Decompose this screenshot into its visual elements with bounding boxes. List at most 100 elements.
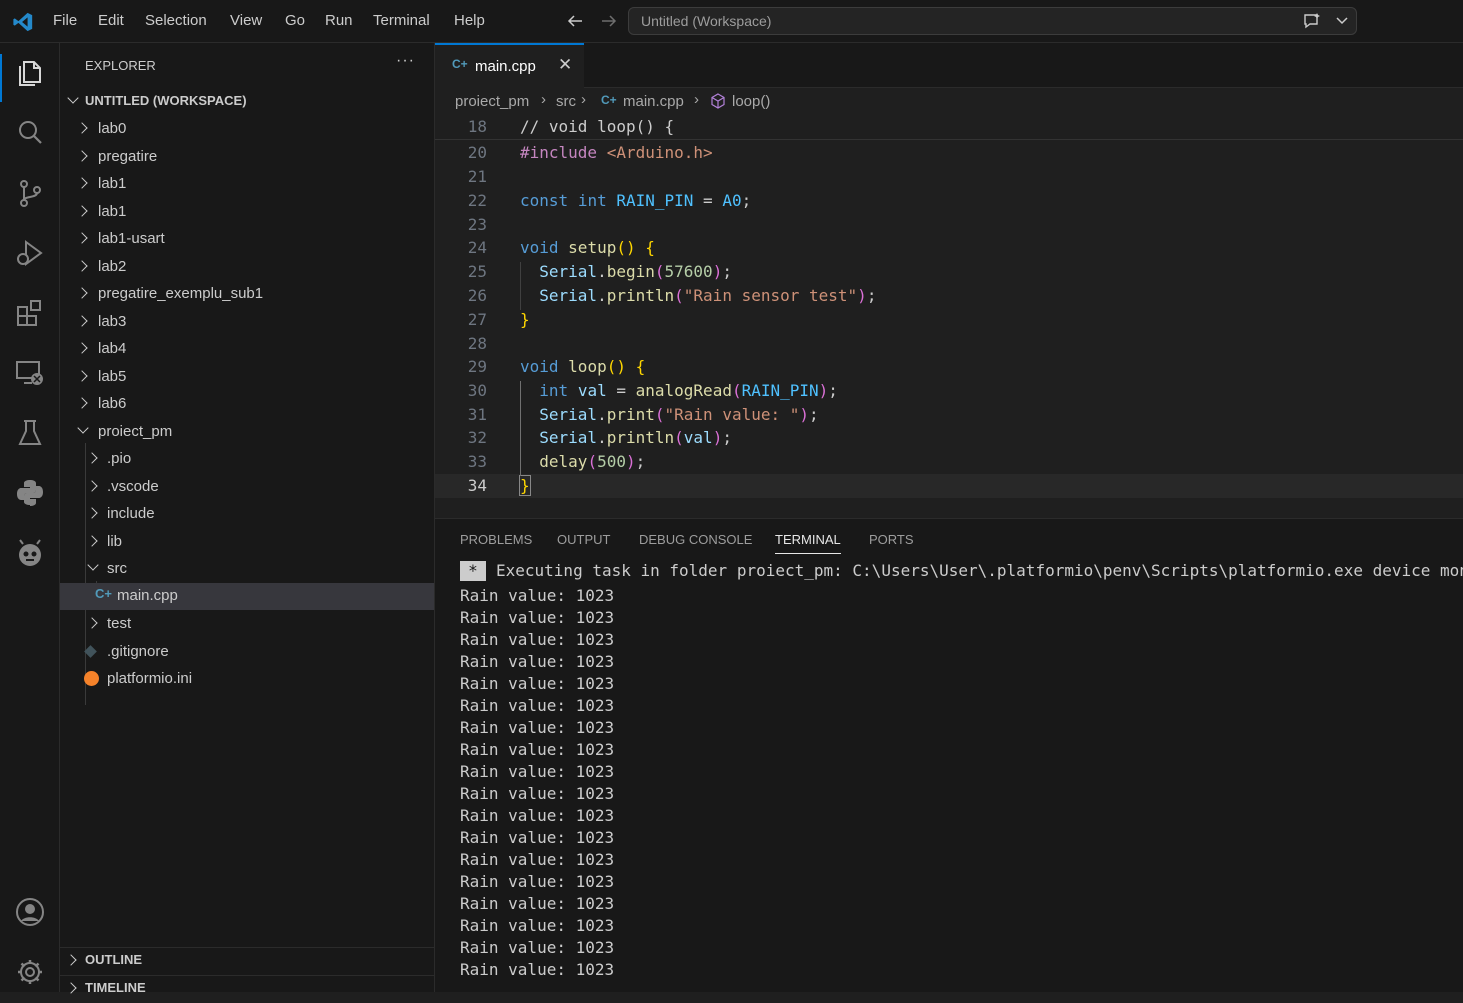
terminal-line: Rain value: 1023 bbox=[460, 806, 615, 825]
terminal-line: Rain value: 1023 bbox=[460, 740, 615, 759]
tree-item-include[interactable]: include bbox=[60, 501, 434, 528]
terminal-line: Rain value: 1023 bbox=[460, 894, 615, 913]
menu-file[interactable]: File bbox=[53, 12, 77, 29]
timeline-section[interactable]: TIMELINE bbox=[60, 976, 434, 1003]
tree-item-lab5[interactable]: lab5 bbox=[60, 364, 434, 391]
search-icon[interactable] bbox=[14, 117, 46, 149]
tree-item-pio[interactable]: .pio bbox=[60, 446, 434, 473]
tab-terminal[interactable]: TERMINAL bbox=[775, 532, 841, 547]
terminal-line: Rain value: 1023 bbox=[460, 784, 615, 803]
tab-main-cpp[interactable]: C+ main.cpp ✕ bbox=[435, 43, 584, 88]
testing-icon[interactable] bbox=[14, 417, 46, 449]
terminal-line: Rain value: 1023 bbox=[460, 872, 615, 891]
tree-item-src[interactable]: src bbox=[60, 556, 434, 583]
tree-item-lab1[interactable]: lab1 bbox=[60, 199, 434, 226]
code-line: const int RAIN_PIN = A0; bbox=[520, 191, 752, 210]
terminal-line: Rain value: 1023 bbox=[460, 916, 615, 935]
code-line: void setup() { bbox=[520, 238, 655, 257]
vscode-logo-icon bbox=[13, 12, 33, 32]
cpp-file-icon: C+ bbox=[452, 57, 468, 71]
active-tab-underline bbox=[775, 553, 841, 554]
bottom-panel: PROBLEMS OUTPUT DEBUG CONSOLE TERMINAL P… bbox=[435, 518, 1463, 992]
terminal-line: Rain value: 1023 bbox=[460, 586, 615, 605]
breadcrumb-loop[interactable]: loop() bbox=[732, 93, 770, 110]
explorer-icon[interactable] bbox=[14, 57, 46, 89]
menu-view[interactable]: View bbox=[230, 12, 262, 29]
tree-item-lib[interactable]: lib bbox=[60, 529, 434, 556]
menu-edit[interactable]: Edit bbox=[98, 12, 124, 29]
active-indicator bbox=[0, 54, 2, 102]
tab-debug-console[interactable]: DEBUG CONSOLE bbox=[639, 532, 752, 547]
breadcrumb: proiect_pm › src › C+ main.cpp › loop() bbox=[435, 88, 1463, 113]
command-center[interactable]: Untitled (Workspace) bbox=[628, 7, 1357, 35]
tab-problems[interactable]: PROBLEMS bbox=[460, 532, 532, 547]
tree-item-test[interactable]: test bbox=[60, 611, 434, 638]
code-line: void loop() { bbox=[520, 357, 646, 376]
account-icon[interactable] bbox=[14, 896, 46, 928]
chevron-right-icon: › bbox=[581, 91, 586, 108]
menu-terminal[interactable]: Terminal bbox=[373, 12, 430, 29]
cpp-file-icon: C+ bbox=[95, 586, 112, 601]
code-line: Serial.println("Rain sensor test"); bbox=[539, 286, 877, 305]
platformio-file-icon bbox=[84, 671, 99, 686]
tree-item-lab2[interactable]: lab2 bbox=[60, 254, 434, 281]
close-icon[interactable]: ✕ bbox=[558, 55, 572, 75]
extensions-icon[interactable] bbox=[14, 297, 46, 329]
tree-item-vscode[interactable]: .vscode bbox=[60, 474, 434, 501]
sidebar-title: EXPLORER bbox=[85, 58, 156, 73]
menu-help[interactable]: Help bbox=[454, 12, 485, 29]
current-line-highlight bbox=[435, 474, 1463, 498]
code-editor[interactable]: 18 // void loop() { 20 21 22 23 24 25 26… bbox=[435, 113, 1463, 518]
code-line: } bbox=[520, 310, 530, 329]
tree-item-lab6[interactable]: lab6 bbox=[60, 391, 434, 418]
terminal-line: Rain value: 1023 bbox=[460, 674, 615, 693]
chevron-down-icon[interactable] bbox=[1336, 17, 1348, 25]
run-debug-icon[interactable] bbox=[14, 237, 46, 269]
menu-run[interactable]: Run bbox=[325, 12, 353, 29]
tree-item-proiect-pm[interactable]: proiect_pm bbox=[60, 419, 434, 446]
tree-item-platformio-ini[interactable]: platformio.ini bbox=[60, 666, 434, 693]
tree-item-lab0[interactable]: lab0 bbox=[60, 116, 434, 143]
code-line: #include <Arduino.h> bbox=[520, 143, 713, 162]
back-arrow-icon[interactable] bbox=[566, 13, 584, 29]
tree-item-pregatire[interactable]: pregatire bbox=[60, 144, 434, 171]
task-line: Executing task in folder proiect_pm: C:\… bbox=[496, 561, 1463, 580]
breadcrumb-proiect-pm[interactable]: proiect_pm bbox=[455, 93, 529, 110]
copilot-chat-icon[interactable] bbox=[1302, 12, 1322, 30]
terminal-line: Rain value: 1023 bbox=[460, 652, 615, 671]
terminal-line: Rain value: 1023 bbox=[460, 960, 615, 979]
terminal-line: Rain value: 1023 bbox=[460, 762, 615, 781]
platformio-icon[interactable] bbox=[14, 537, 46, 569]
code-line: delay(500); bbox=[539, 452, 646, 471]
tree-item-lab1[interactable]: lab1 bbox=[60, 171, 434, 198]
breadcrumb-main-cpp[interactable]: main.cpp bbox=[623, 93, 684, 110]
more-actions-icon[interactable]: ··· bbox=[396, 52, 415, 70]
terminal-line: Rain value: 1023 bbox=[460, 850, 615, 869]
source-control-icon[interactable] bbox=[14, 177, 46, 209]
code-line: Serial.println(val); bbox=[539, 428, 732, 447]
tab-output[interactable]: OUTPUT bbox=[557, 532, 610, 547]
forward-arrow-icon[interactable] bbox=[600, 13, 618, 29]
tree-item-lab4[interactable]: lab4 bbox=[60, 336, 434, 363]
cpp-file-icon: C+ bbox=[601, 93, 617, 107]
tree-item-lab3[interactable]: lab3 bbox=[60, 309, 434, 336]
tree-item-gitignore[interactable]: .gitignore bbox=[60, 639, 434, 666]
git-file-icon bbox=[84, 645, 97, 658]
tree-item-main-cpp[interactable]: C+ main.cpp bbox=[60, 583, 434, 610]
workspace-label: UNTITLED (WORKSPACE) bbox=[85, 93, 247, 108]
tree-item-lab1-usart[interactable]: lab1-usart bbox=[60, 226, 434, 253]
menu-go[interactable]: Go bbox=[285, 12, 305, 29]
settings-icon[interactable] bbox=[14, 956, 46, 988]
breadcrumb-src[interactable]: src bbox=[556, 93, 576, 110]
remote-explorer-icon[interactable] bbox=[14, 357, 46, 389]
terminal-line: Rain value: 1023 bbox=[460, 938, 615, 957]
workspace-header[interactable]: UNTITLED (WORKSPACE) bbox=[60, 89, 434, 116]
python-icon[interactable] bbox=[14, 477, 46, 509]
tree-item-pregatire-exemplu-sub1[interactable]: pregatire_exemplu_sub1 bbox=[60, 281, 434, 308]
tab-label: main.cpp bbox=[475, 58, 536, 75]
terminal-line: Rain value: 1023 bbox=[460, 630, 615, 649]
menu-selection[interactable]: Selection bbox=[145, 12, 207, 29]
code-line: int val = analogRead(RAIN_PIN); bbox=[539, 381, 838, 400]
tab-ports[interactable]: PORTS bbox=[869, 532, 914, 547]
outline-section[interactable]: OUTLINE bbox=[60, 948, 434, 975]
